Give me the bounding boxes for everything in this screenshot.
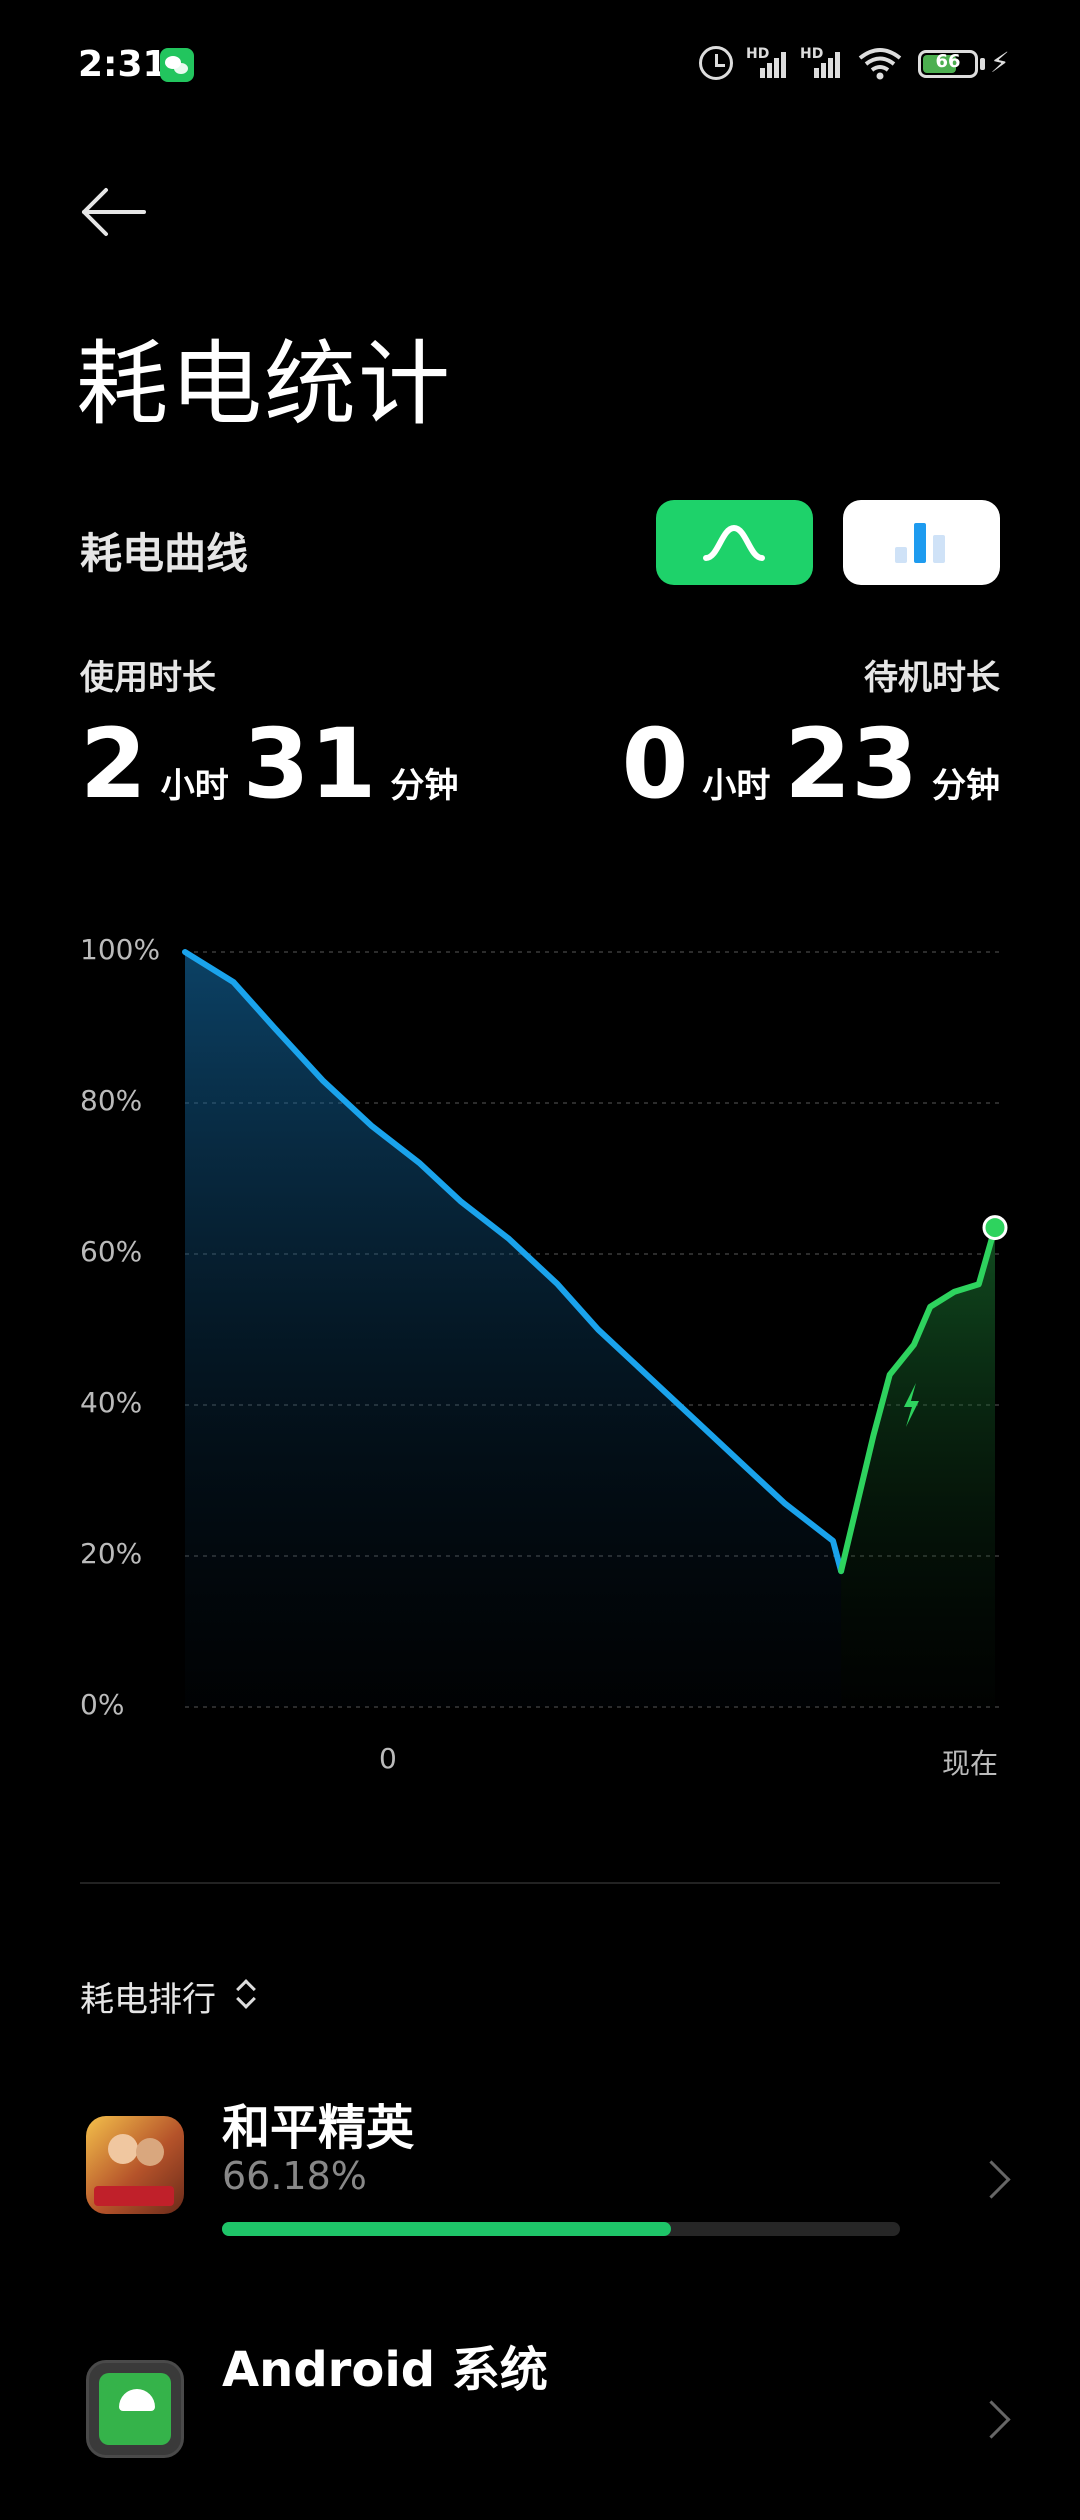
app-list-item[interactable]: Android 系统	[0, 2320, 1080, 2520]
y-tick-label: 0%	[80, 1688, 125, 1721]
sort-icon[interactable]	[236, 1978, 256, 2008]
bar-view-toggle[interactable]	[843, 500, 1000, 585]
hd-label: HD	[800, 46, 824, 62]
page-title: 耗电统计	[76, 331, 453, 438]
usage-hours: 2	[80, 708, 147, 820]
signal-icon: HD	[800, 46, 844, 82]
x-tick-label: 现在	[942, 1747, 999, 1780]
y-tick-label: 80%	[80, 1084, 143, 1117]
standby-hours-unit: 小时	[702, 766, 771, 806]
battery-icon: 66	[918, 50, 978, 78]
app-list-item[interactable]: 和平精英 66.18%	[0, 2066, 1080, 2266]
usage-minutes: 31	[242, 708, 377, 820]
standby-duration-value: 0 小时 23 分钟	[622, 716, 1000, 812]
app-percent: 66.18%	[222, 2154, 367, 2198]
pubg-game-icon	[86, 2116, 184, 2214]
battery-curve-chart	[182, 949, 1008, 1708]
signal-icon: HD	[746, 46, 790, 82]
battery-cap	[980, 58, 985, 70]
current-level-point	[982, 1215, 1008, 1241]
android-icon	[86, 2360, 184, 2458]
ranking-title: 耗电排行	[80, 1980, 216, 2020]
x-tick-label: 0	[379, 1742, 397, 1775]
status-time: 2:31	[78, 44, 168, 85]
y-tick-label: 100%	[80, 933, 161, 966]
alarm-icon	[699, 46, 733, 80]
discharge-area	[185, 952, 842, 1707]
app-usage-bar	[222, 2222, 900, 2236]
usage-hours-unit: 小时	[160, 766, 229, 806]
app-usage-fill	[222, 2222, 671, 2236]
divider	[80, 1882, 1000, 1884]
charging-icon: ⚡	[990, 46, 1010, 79]
battery-level: 66	[935, 51, 961, 72]
wechat-icon	[160, 48, 194, 82]
chevron-right-icon	[972, 2160, 1011, 2199]
arrow-left-icon	[82, 188, 146, 236]
y-tick-label: 40%	[80, 1386, 143, 1419]
standby-duration-label: 待机时长	[864, 658, 1000, 698]
app-name: 和平精英	[222, 2100, 415, 2156]
usage-duration-label: 使用时长	[80, 658, 216, 698]
curve-icon	[703, 524, 765, 561]
usage-duration-value: 2 小时 31 分钟	[80, 716, 458, 812]
back-button[interactable]	[78, 180, 150, 244]
standby-hours: 0	[621, 708, 689, 820]
app-name: Android 系统	[222, 2342, 548, 2398]
chevron-right-icon	[972, 2400, 1011, 2439]
wifi-icon	[858, 48, 902, 80]
y-tick-label: 60%	[80, 1235, 143, 1268]
standby-minutes-unit: 分钟	[932, 766, 1000, 806]
usage-minutes-unit: 分钟	[390, 766, 459, 806]
hd-label: HD	[746, 46, 770, 62]
standby-minutes: 23	[784, 708, 918, 820]
section-title: 耗电曲线	[80, 529, 249, 578]
y-tick-label: 20%	[80, 1537, 143, 1570]
curve-view-toggle[interactable]	[656, 500, 813, 585]
